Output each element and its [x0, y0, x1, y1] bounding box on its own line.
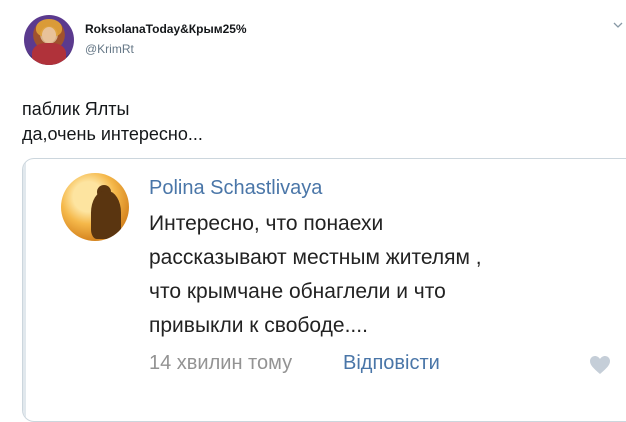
comment-text-line: Интересно, что понаехи: [149, 212, 384, 235]
quote-left-border: [23, 159, 26, 421]
comment-timestamp: 14 хвилин тому: [149, 352, 293, 374]
author-handle[interactable]: @KrimRt: [85, 42, 134, 56]
tweet-text-line: паблик Ялты: [22, 99, 130, 119]
tweet-card: RoksolanaToday&Крым25% @KrimRt паблик Ял…: [0, 0, 626, 422]
commenter-avatar[interactable]: [61, 173, 129, 241]
tweet-text-line: да,очень интересно...: [22, 124, 203, 144]
author-name[interactable]: RoksolanaToday&Крым25%: [85, 22, 247, 36]
reply-link[interactable]: Відповісти: [343, 352, 440, 375]
quoted-comment-screenshot[interactable]: Polina Schastlivaya Интересно, что понае…: [22, 158, 626, 422]
avatar-face: [42, 27, 56, 43]
chevron-down-icon[interactable]: [613, 20, 623, 30]
comment-text-line: что крымчане обнаглели и что: [149, 280, 446, 303]
comment-text: Интересно, что понаехи рассказывают мест…: [149, 207, 482, 343]
commenter-name[interactable]: Polina Schastlivaya: [149, 177, 322, 200]
heart-icon[interactable]: [589, 355, 611, 375]
avatar-silhouette: [91, 191, 121, 239]
tweet-text: паблик Ялты да,очень интересно...: [22, 97, 203, 147]
author-avatar[interactable]: [24, 15, 74, 65]
avatar-robe: [32, 43, 66, 65]
comment-text-line: рассказывают местным жителям ,: [149, 246, 482, 269]
comment-text-line: привыкли к свободе....: [149, 314, 368, 337]
